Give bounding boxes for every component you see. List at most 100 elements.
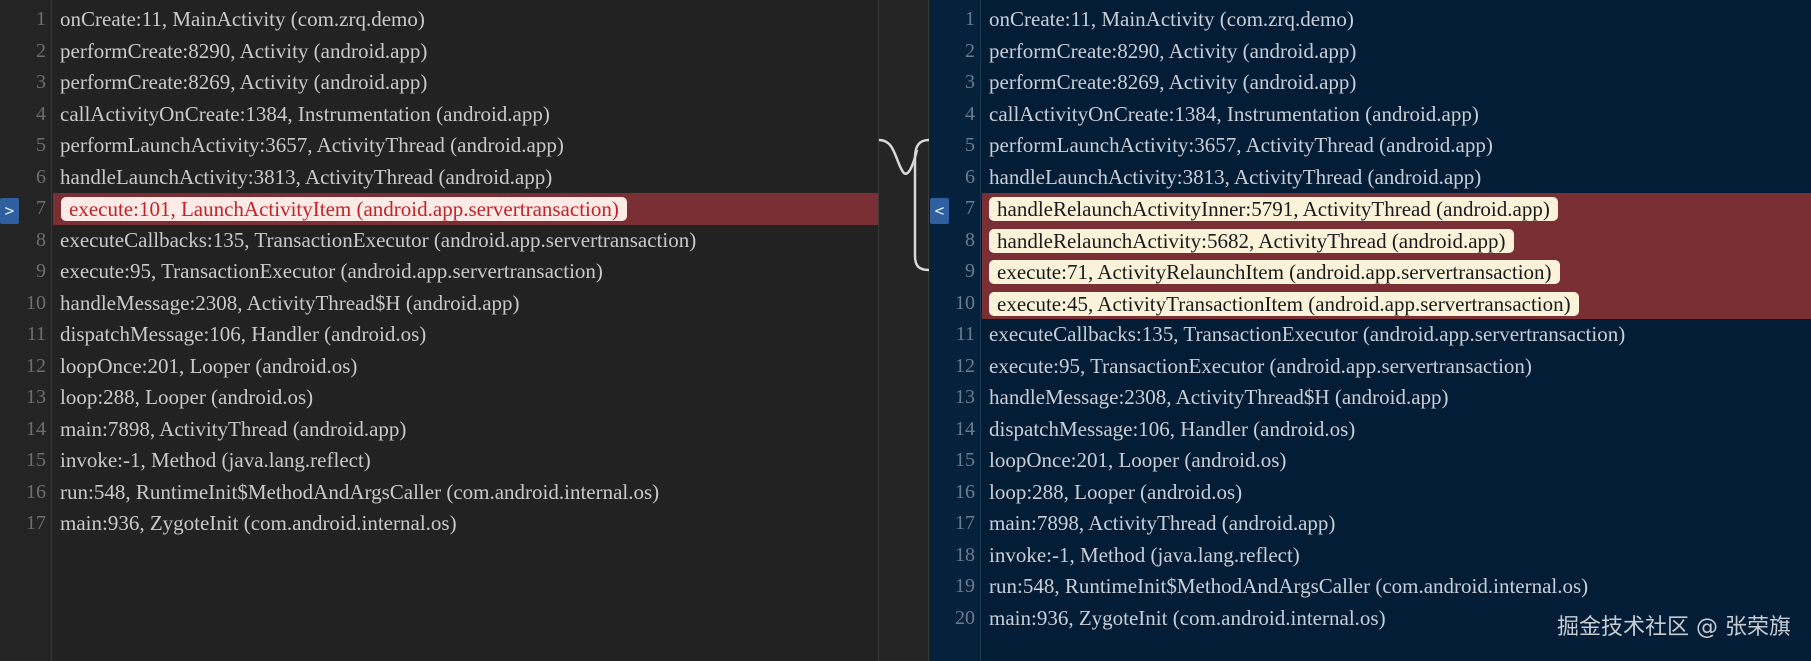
frame-text: dispatchMessage:106, Handler (android.os… — [60, 322, 427, 346]
right-line-14[interactable]: 14 dispatchMessage:106, Handler (android.… — [929, 414, 1811, 446]
right-line-3[interactable]: 3 performCreate:8269, Activity (android.a… — [929, 67, 1811, 99]
line-number: 5 — [965, 134, 975, 156]
line-number: 15 — [26, 449, 46, 471]
line-number: 8 — [36, 228, 46, 251]
line-number: 8 — [965, 228, 975, 251]
left-line-5[interactable]: 5 performLaunchActivity:3657, ActivityThr… — [0, 130, 878, 162]
frame-text: loop:288, Looper (android.os) — [60, 385, 314, 409]
line-number: 13 — [26, 386, 46, 408]
left-line-14[interactable]: 14 main:7898, ActivityThread (android.app… — [0, 414, 878, 446]
right-line-18[interactable]: 18 invoke:-1, Method (java.lang.reflect) — [929, 540, 1811, 572]
line-number: 11 — [26, 323, 46, 345]
line-number: 9 — [36, 260, 46, 282]
left-line-16[interactable]: 16 run:548, RuntimeInit$MethodAndArgsCall… — [0, 477, 878, 509]
line-number: 6 — [965, 165, 975, 188]
left-stack-trace: 1 onCreate:11, MainActivity (com.zrq.demo… — [0, 4, 878, 540]
diff-connector — [878, 0, 930, 661]
line-number: 11 — [955, 323, 975, 345]
frame-text: callActivityOnCreate:1384, Instrumentati… — [989, 101, 1479, 126]
line-number: 3 — [36, 71, 46, 93]
left-line-13[interactable]: 13 loop:288, Looper (android.os) — [0, 382, 878, 414]
left-line-6[interactable]: 6 handleLaunchActivity:3813, ActivityThre… — [0, 162, 878, 194]
left-change-marker[interactable]: > — [0, 198, 19, 224]
line-number: 17 — [955, 512, 975, 534]
diff-viewer: 1 onCreate:11, MainActivity (com.zrq.demo… — [0, 0, 1811, 661]
right-line-7[interactable]: 7 handleRelaunchActivityInner:5791, Activ… — [929, 193, 1811, 225]
right-line-4[interactable]: 4 callActivityOnCreate:1384, Instrumentat… — [929, 99, 1811, 131]
frame-text: performCreate:8269, Activity (android.ap… — [60, 70, 428, 94]
frame-text: callActivityOnCreate:1384, Instrumentati… — [60, 101, 550, 126]
frame-text: main:7898, ActivityThread (android.app) — [60, 416, 407, 441]
right-line-11[interactable]: 11 executeCallbacks:135, TransactionExecu… — [929, 319, 1811, 351]
frame-text: run:548, RuntimeInit$MethodAndArgsCaller… — [989, 574, 1589, 598]
right-line-1[interactable]: 1 onCreate:11, MainActivity (com.zrq.demo… — [929, 4, 1811, 36]
left-line-9[interactable]: 9 execute:95, TransactionExecutor (androi… — [0, 256, 878, 288]
line-number: 16 — [955, 480, 975, 503]
line-number: 6 — [36, 165, 46, 188]
left-line-2[interactable]: 2 performCreate:8290, Activity (android.a… — [0, 36, 878, 68]
line-number: 19 — [955, 575, 975, 597]
line-number: 15 — [955, 449, 975, 471]
right-line-5[interactable]: 5 performLaunchActivity:3657, ActivityThr… — [929, 130, 1811, 162]
right-line-13[interactable]: 13 handleMessage:2308, ActivityThread$H (… — [929, 382, 1811, 414]
right-line-16[interactable]: 16 loop:288, Looper (android.os) — [929, 477, 1811, 509]
frame-text: performCreate:8290, Activity (android.ap… — [60, 38, 428, 63]
frame-text: invoke:-1, Method (java.lang.reflect) — [60, 448, 371, 472]
frame-text: handleMessage:2308, ActivityThread$H (an… — [60, 290, 520, 315]
left-diff-pane[interactable]: 1 onCreate:11, MainActivity (com.zrq.demo… — [0, 0, 878, 661]
frame-text: executeCallbacks:135, TransactionExecuto… — [60, 227, 697, 252]
line-number: 5 — [36, 134, 46, 156]
frame-text: handleLaunchActivity:3813, ActivityThrea… — [989, 164, 1482, 189]
right-line-17[interactable]: 17 main:7898, ActivityThread (android.app… — [929, 508, 1811, 540]
left-line-15[interactable]: 15 invoke:-1, Method (java.lang.reflect) — [0, 445, 878, 477]
frame-text: performLaunchActivity:3657, ActivityThre… — [989, 133, 1493, 157]
frame-text: main:936, ZygoteInit (com.android.intern… — [60, 511, 457, 535]
line-number: 1 — [36, 8, 46, 30]
left-line-1[interactable]: 1 onCreate:11, MainActivity (com.zrq.demo… — [0, 4, 878, 36]
right-line-19[interactable]: 19 run:548, RuntimeInit$MethodAndArgsCall… — [929, 571, 1811, 603]
left-line-12[interactable]: 12 loopOnce:201, Looper (android.os) — [0, 351, 878, 383]
frame-text: onCreate:11, MainActivity (com.zrq.demo) — [60, 7, 425, 31]
line-number: 1 — [965, 8, 975, 30]
right-line-10[interactable]: 10 execute:45, ActivityTransactionItem (a… — [929, 287, 1811, 319]
changed-frame-text: handleRelaunchActivity:5682, ActivityThr… — [989, 228, 1514, 253]
line-number: 20 — [955, 606, 975, 629]
line-number: 18 — [955, 543, 975, 566]
line-number: 17 — [26, 512, 46, 534]
right-stack-trace: 1 onCreate:11, MainActivity (com.zrq.demo… — [929, 4, 1811, 634]
frame-text: loopOnce:201, Looper (android.os) — [60, 353, 358, 378]
left-line-7[interactable]: 7 execute:101, LaunchActivityItem (androi… — [0, 193, 878, 225]
left-line-17[interactable]: 17 main:936, ZygoteInit (com.android.inte… — [0, 508, 878, 540]
diff-connector-bracket-icon — [878, 138, 930, 272]
right-diff-pane[interactable]: 1 onCreate:11, MainActivity (com.zrq.demo… — [929, 0, 1811, 661]
line-number: 9 — [965, 260, 975, 282]
left-line-8[interactable]: 8 executeCallbacks:135, TransactionExecut… — [0, 225, 878, 257]
right-line-8[interactable]: 8 handleRelaunchActivity:5682, ActivityTh… — [929, 224, 1811, 256]
right-change-marker[interactable]: < — [930, 198, 949, 224]
line-number: 4 — [965, 102, 975, 125]
changed-frame-text: execute:71, ActivityRelaunchItem (androi… — [989, 260, 1560, 284]
line-number: 12 — [26, 354, 46, 377]
frame-text: performLaunchActivity:3657, ActivityThre… — [60, 133, 564, 157]
line-number: 2 — [36, 39, 46, 62]
frame-text: main:7898, ActivityThread (android.app) — [989, 511, 1336, 535]
right-line-15[interactable]: 15 loopOnce:201, Looper (android.os) — [929, 445, 1811, 477]
right-line-9[interactable]: 9 execute:71, ActivityRelaunchItem (andro… — [929, 256, 1811, 288]
line-number: 14 — [955, 417, 975, 440]
right-line-2[interactable]: 2 performCreate:8290, Activity (android.a… — [929, 36, 1811, 68]
right-line-6[interactable]: 6 handleLaunchActivity:3813, ActivityThre… — [929, 162, 1811, 194]
frame-text: main:936, ZygoteInit (com.android.intern… — [989, 605, 1386, 630]
right-line-12[interactable]: 12 execute:95, TransactionExecutor (andro… — [929, 351, 1811, 383]
left-line-3[interactable]: 3 performCreate:8269, Activity (android.a… — [0, 67, 878, 99]
line-number: 10 — [26, 291, 46, 314]
left-line-11[interactable]: 11 dispatchMessage:106, Handler (android.… — [0, 319, 878, 351]
frame-text: performCreate:8290, Activity (android.ap… — [989, 38, 1357, 63]
frame-text: loopOnce:201, Looper (android.os) — [989, 448, 1287, 472]
line-number: 2 — [965, 39, 975, 62]
line-number: 3 — [965, 71, 975, 93]
frame-text: execute:95, TransactionExecutor (android… — [60, 259, 603, 283]
left-line-10[interactable]: 10 handleMessage:2308, ActivityThread$H (… — [0, 288, 878, 320]
frame-text: loop:288, Looper (android.os) — [989, 479, 1243, 504]
left-line-4[interactable]: 4 callActivityOnCreate:1384, Instrumentat… — [0, 99, 878, 131]
watermark: 掘金技术社区 @ 张荣旗 — [1557, 615, 1791, 640]
